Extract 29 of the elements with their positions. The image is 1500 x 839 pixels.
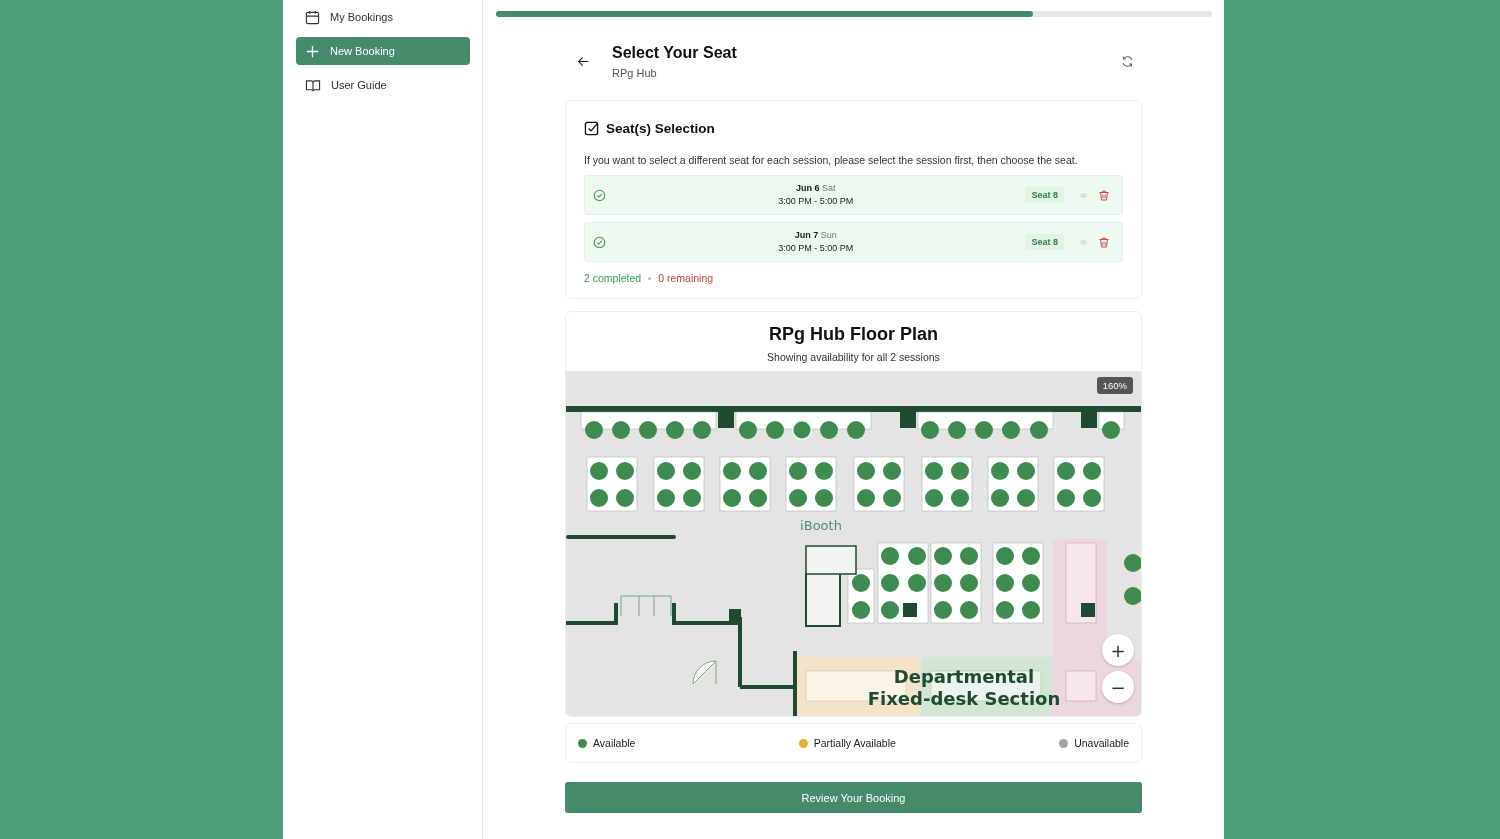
- legend-label: Partially Available: [813, 737, 896, 749]
- card-title: Seat(s) Selection: [606, 121, 715, 136]
- session-date: Jun 6: [795, 183, 820, 193]
- session-row[interactable]: Jun 7 Sun 3:00 PM - 5:00 PM Seat 8: [584, 222, 1123, 262]
- session-weekday: Sat: [822, 183, 836, 193]
- review-booking-button[interactable]: Review Your Booking: [565, 782, 1142, 813]
- completed-count: 2 completed: [584, 272, 642, 284]
- seat-tag: Seat 8: [1025, 187, 1064, 203]
- page-subtitle: RPg Hub: [612, 67, 658, 79]
- seat-tag: Seat 8: [1025, 234, 1064, 250]
- session-time: 3:00 PM - 5:00 PM: [777, 242, 855, 255]
- session-row[interactable]: Jun 6 Sat 3:00 PM - 5:00 PM Seat 8: [584, 175, 1123, 215]
- session-time: 3:00 PM - 5:00 PM: [777, 195, 855, 208]
- nav-item[interactable]: My Bookings: [296, 3, 470, 31]
- instructions-text: If you want to select a different seat for each session, please select the session first, then choose the seat.: [584, 154, 1079, 166]
- nav-item[interactable]: User Guide: [296, 71, 470, 99]
- page-title: Select Your Seat: [612, 44, 737, 62]
- floor-plan-title: RPg Hub Floor Plan: [768, 324, 939, 345]
- nav-item[interactable]: New Booking: [296, 37, 470, 65]
- zoom-badge: 160%: [1096, 377, 1133, 394]
- legend-label: Available: [593, 737, 636, 749]
- floor-plan-subtitle: Showing availability for all 2 sessions: [766, 351, 941, 363]
- zone-label: iBooth: [800, 518, 842, 533]
- legend-label: Unavailable: [1074, 737, 1129, 749]
- session-date: Jun 7: [794, 230, 819, 240]
- zone-label: Departmental: [893, 666, 1035, 687]
- remaining-count: 0 remaining: [658, 272, 714, 284]
- zone-label: Fixed-desk Section: [867, 688, 1061, 709]
- session-weekday: Sun: [820, 230, 837, 240]
